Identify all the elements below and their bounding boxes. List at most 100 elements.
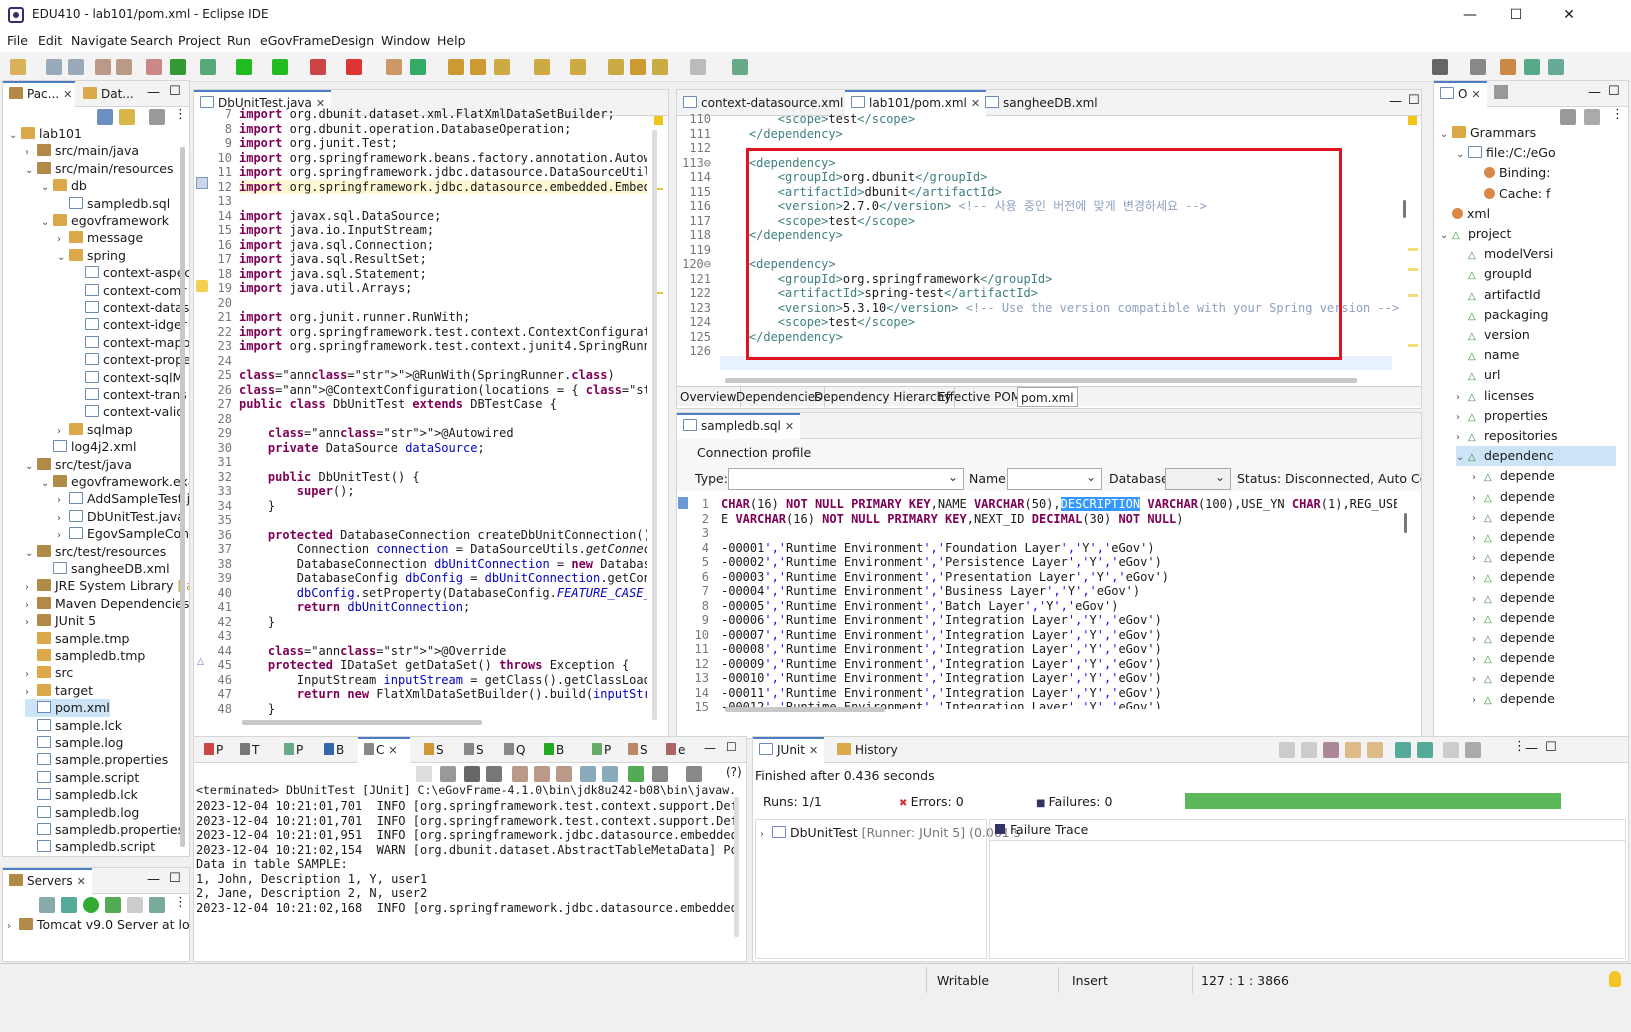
help-icon[interactable]: (?) xyxy=(726,765,742,779)
menu-search[interactable]: Search xyxy=(130,33,173,48)
rerun-failed-icon[interactable] xyxy=(1417,742,1433,758)
maximize-view-icon[interactable]: ☐ xyxy=(169,871,181,886)
chevron-down-icon[interactable]: ⌄ xyxy=(1456,448,1468,468)
tree-item[interactable]: ⌄ db xyxy=(41,177,87,195)
menu-help[interactable]: Help xyxy=(437,33,466,48)
chevron-down-icon[interactable]: ⌄ xyxy=(25,162,37,180)
occurrence-marker[interactable] xyxy=(1408,248,1418,251)
show-stderr-icon[interactable] xyxy=(602,766,618,782)
chevron-down-icon[interactable]: ⌄ xyxy=(25,458,37,476)
maximize-button[interactable]: ☐ xyxy=(1493,0,1539,30)
history-dropdown-icon[interactable] xyxy=(1465,742,1481,758)
tree-item[interactable]: sampledb.lck xyxy=(25,786,138,804)
outline-item[interactable]: ⌄ Grammars xyxy=(1440,123,1536,143)
outline-item[interactable]: › △ depende xyxy=(1472,608,1555,628)
display-console-icon[interactable] xyxy=(652,766,668,782)
outline-item[interactable]: › △ depende xyxy=(1472,567,1555,587)
tree-item[interactable]: context-sqlM xyxy=(73,369,183,387)
failures-only-icon[interactable] xyxy=(1323,742,1339,758)
tree-item[interactable]: › message xyxy=(57,229,143,247)
java-code-area[interactable]: import org.dbunit.dataset.xml.FlatXmlDat… xyxy=(239,107,647,716)
tree-item[interactable]: ⌄ src/main/resources xyxy=(25,160,173,178)
chevron-down-icon[interactable]: ⌄ xyxy=(1440,125,1452,145)
tab-data-source[interactable]: Dat... xyxy=(77,81,140,107)
remove-launch-icon[interactable] xyxy=(464,766,480,782)
tree-item[interactable]: sampledb.properties xyxy=(25,821,184,839)
save-all-icon[interactable] xyxy=(68,59,84,75)
tab-junit[interactable]: JUnit ✕ xyxy=(753,737,825,763)
tree-item[interactable]: sampledb.tmp xyxy=(25,647,145,665)
tab-outline[interactable]: O ✕ xyxy=(1434,81,1487,107)
tree-item[interactable]: log4j2.xml xyxy=(41,438,136,456)
sql-hscroll[interactable] xyxy=(725,707,885,712)
external-tools-icon[interactable] xyxy=(346,59,362,75)
tree-item[interactable]: › Maven Dependencies xyxy=(25,595,189,613)
chevron-down-icon[interactable]: ⌄ xyxy=(9,127,21,145)
maximize-view-icon[interactable]: ☐ xyxy=(1408,93,1420,108)
chevron-down-icon[interactable]: ⌄ xyxy=(41,475,53,493)
occurrence-marker[interactable] xyxy=(1408,344,1418,347)
chevron-right-icon[interactable]: › xyxy=(1472,569,1484,589)
tree-item[interactable]: ›JRE System Library [Jav xyxy=(25,577,189,595)
minimize-view-icon[interactable]: — xyxy=(1525,741,1538,756)
outline-item[interactable]: △ version xyxy=(1456,325,1530,345)
tree-item[interactable]: › EgovSampleCon xyxy=(57,525,189,543)
tree-item[interactable]: › src xyxy=(25,664,73,682)
chevron-right-icon[interactable]: › xyxy=(1472,549,1484,569)
outline-item[interactable]: › △ depende xyxy=(1472,628,1555,648)
tree-item[interactable]: › JUnit 5 xyxy=(25,612,96,630)
chevron-right-icon[interactable]: › xyxy=(1472,691,1484,711)
java-hscroll[interactable] xyxy=(242,720,482,725)
close-button[interactable]: ✕ xyxy=(1539,0,1599,30)
menu-window[interactable]: Window xyxy=(381,33,430,48)
tree-item[interactable]: sample.tmp xyxy=(25,630,129,648)
minimize-view-icon[interactable]: — xyxy=(147,872,160,887)
tree-item[interactable]: ⌄ lab101 xyxy=(9,125,82,143)
rerun-icon[interactable] xyxy=(1395,742,1411,758)
tree-item[interactable]: › sqlmap xyxy=(57,421,133,439)
new-class-icon[interactable] xyxy=(410,59,426,75)
menu-egovframe[interactable]: eGovFrame xyxy=(260,33,331,48)
console-tab[interactable]: S xyxy=(458,737,490,763)
chevron-right-icon[interactable]: › xyxy=(7,918,19,936)
stop-server-icon[interactable] xyxy=(127,897,143,913)
outline-item[interactable]: › △ depende xyxy=(1472,648,1555,668)
collapse-all-icon[interactable] xyxy=(97,109,113,125)
next-annotation-icon[interactable] xyxy=(534,59,550,75)
tree-item[interactable]: pom.xml xyxy=(25,699,110,718)
minimize-view-icon[interactable]: — xyxy=(147,85,160,100)
perspective-icon[interactable] xyxy=(1500,59,1516,75)
tree-item[interactable]: context-mapp xyxy=(73,334,189,352)
close-icon[interactable]: ✕ xyxy=(63,88,72,101)
chevron-down-icon[interactable]: ⌄ xyxy=(57,249,69,267)
outline-item[interactable]: xml xyxy=(1440,204,1490,224)
outline-item[interactable]: › △ depende xyxy=(1472,527,1555,547)
outline-item[interactable]: › △ repositories xyxy=(1456,426,1558,446)
terminate-icon[interactable] xyxy=(440,766,456,782)
name-dropdown[interactable] xyxy=(1007,468,1102,490)
menu-run[interactable]: Run xyxy=(227,33,251,48)
tree-item[interactable]: sangheeDB.xml xyxy=(41,560,170,578)
tree-item[interactable]: sample.lck xyxy=(25,717,122,735)
menu-design[interactable]: Design xyxy=(331,33,374,48)
cut-icon[interactable] xyxy=(95,59,111,75)
tree-item[interactable]: context-comr xyxy=(73,282,186,300)
tab-sampledb-sql[interactable]: sampledb.sql ✕ xyxy=(677,413,801,439)
outline-item[interactable]: › △ depende xyxy=(1472,487,1555,507)
remove-all-icon[interactable] xyxy=(486,766,502,782)
tip-lightbulb-icon[interactable] xyxy=(1609,971,1621,987)
start-server-icon[interactable] xyxy=(83,897,99,913)
close-icon[interactable]: ✕ xyxy=(388,744,397,757)
maximize-view-icon[interactable]: ☐ xyxy=(726,740,737,754)
pom-hscroll[interactable] xyxy=(725,378,1357,383)
minimize-view-icon[interactable]: — xyxy=(704,741,716,755)
search-global-icon[interactable] xyxy=(1432,59,1448,75)
tree-item[interactable]: context-aspec xyxy=(73,264,189,282)
chevron-right-icon[interactable]: › xyxy=(1472,489,1484,509)
tree-item[interactable]: context-prope xyxy=(73,351,189,369)
scroll-lock-icon[interactable] xyxy=(1367,742,1383,758)
tree-item[interactable]: ⌄ egovframework xyxy=(41,212,169,230)
debug-icon[interactable] xyxy=(200,59,216,75)
tab-package-explorer[interactable]: Pac... ✕ xyxy=(3,81,75,107)
run-icon[interactable] xyxy=(236,59,252,75)
